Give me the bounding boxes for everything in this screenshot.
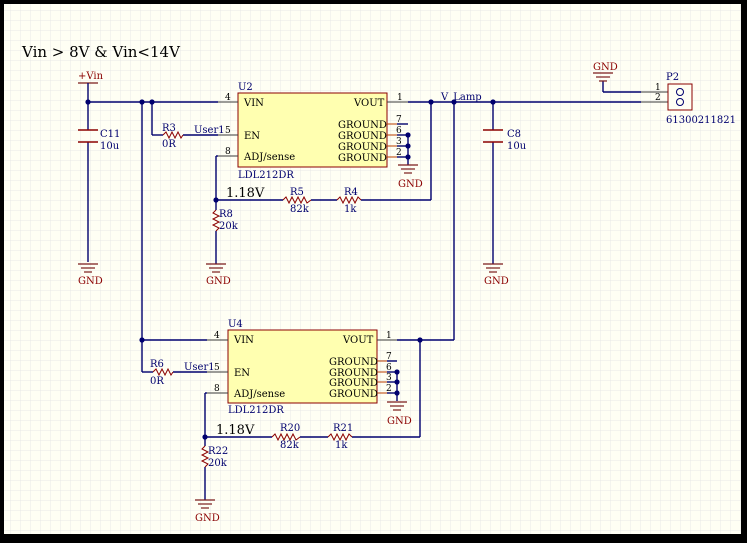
r8-ref: R8	[219, 209, 233, 220]
u2-pin-num: 3	[396, 137, 402, 147]
r4-ref: R4	[344, 187, 358, 198]
p2-pin-num: 2	[655, 93, 661, 103]
r20-ref: R20	[280, 423, 300, 434]
gnd-label: GND	[78, 276, 103, 287]
u4-pin-num: 2	[386, 384, 392, 394]
r6-ref: R6	[150, 359, 164, 370]
r3-ref: R3	[162, 123, 176, 134]
schematic-sheet: Vin > 8V & Vin<14V +Vin C11 10u R3 0R Us…	[0, 0, 747, 543]
u2-pin-name: GROUND	[338, 153, 387, 164]
u4-pin-name: EN	[234, 368, 250, 379]
p2-designator: P2	[666, 72, 679, 83]
u2-pin-num: 1	[397, 93, 403, 103]
gnd-label: GND	[195, 513, 220, 524]
vin-power-label: +Vin	[78, 71, 104, 82]
u4-pin-name: GROUND	[329, 389, 378, 400]
c8-value: 10u	[507, 141, 527, 152]
ref-voltage-label-top: 1.18V	[226, 186, 265, 201]
r6-value: 0R	[150, 376, 164, 387]
r20-value: 82k	[280, 440, 300, 451]
net-label-vlamp: V_Lamp	[440, 92, 482, 103]
u4-pin-name: ADJ/sense	[233, 389, 285, 400]
u4-pin-name: VIN	[233, 335, 254, 346]
c11-value: 10u	[100, 141, 120, 152]
u2-pin-num: 6	[396, 126, 402, 136]
sheet-grid	[4, 4, 741, 534]
c8-ref: C8	[507, 129, 521, 140]
ic-u4[interactable]: U4 4 VIN 5 EN 8 ADJ/sense 1 VOUT 7 GROUN…	[207, 319, 397, 416]
gnd-label: GND	[387, 416, 412, 427]
r8-value: 20k	[219, 221, 239, 232]
u2-pin-name: VOUT	[353, 98, 385, 109]
u4-pin-num: 5	[214, 363, 220, 373]
u4-pin-name: VOUT	[342, 335, 374, 346]
r21-ref: R21	[333, 423, 353, 434]
r22-value: 20k	[208, 458, 228, 469]
p2-pin-num: 1	[655, 83, 661, 93]
u2-pin-num: 5	[225, 126, 231, 136]
ic-u2[interactable]: U2 4 VIN 5 EN 8 ADJ/sense 1 VOUT 7 GROUN…	[218, 82, 408, 181]
u2-pin-name: GROUND	[338, 131, 387, 142]
gnd-label: GND	[593, 62, 618, 73]
p2-body	[667, 83, 693, 111]
u2-pin-name: ADJ/sense	[243, 152, 295, 163]
r21-value: 1k	[335, 440, 348, 451]
r5-value: 82k	[290, 204, 310, 215]
u4-pin-num: 6	[386, 363, 392, 373]
net-label-user1-top: User1	[194, 125, 225, 136]
r22-ref: R22	[208, 446, 228, 457]
net-label-user1-bottom: User1	[184, 362, 215, 373]
u4-pin-num: 4	[214, 331, 220, 341]
u2-pin-num: 4	[225, 93, 231, 103]
u2-pin-num: 8	[225, 147, 231, 157]
u4-part-number: LDL212DR	[228, 405, 284, 416]
ref-voltage-label-bottom: 1.18V	[216, 423, 255, 438]
u4-pin-num: 8	[214, 384, 220, 394]
gnd-label: GND	[206, 276, 231, 287]
u2-pin-name: EN	[244, 131, 260, 142]
u4-designator: U4	[228, 319, 243, 330]
u2-pin-name: GROUND	[338, 142, 387, 153]
u2-pin-name: GROUND	[338, 120, 387, 131]
u4-pin-num: 3	[386, 373, 392, 383]
gnd-label: GND	[398, 179, 423, 190]
u4-pin-name: GROUND	[329, 357, 378, 368]
p2-part-number: 61300211821	[666, 115, 736, 126]
r3-value: 0R	[162, 139, 176, 150]
u2-pin-num: 7	[396, 115, 402, 125]
u4-pin-num: 1	[386, 331, 392, 341]
r4-value: 1k	[344, 204, 357, 215]
u2-part-number: LDL212DR	[238, 170, 294, 181]
c11-ref: C11	[100, 129, 120, 140]
voltage-range-note: Vin > 8V & Vin<14V	[21, 43, 181, 61]
u4-pin-num: 7	[386, 352, 392, 362]
r5-ref: R5	[290, 187, 304, 198]
gnd-label: GND	[484, 276, 509, 287]
u2-designator: U2	[238, 82, 253, 93]
u2-pin-num: 2	[396, 148, 402, 158]
u4-pin-name: GROUND	[329, 378, 378, 389]
u2-pin-name: VIN	[243, 98, 264, 109]
